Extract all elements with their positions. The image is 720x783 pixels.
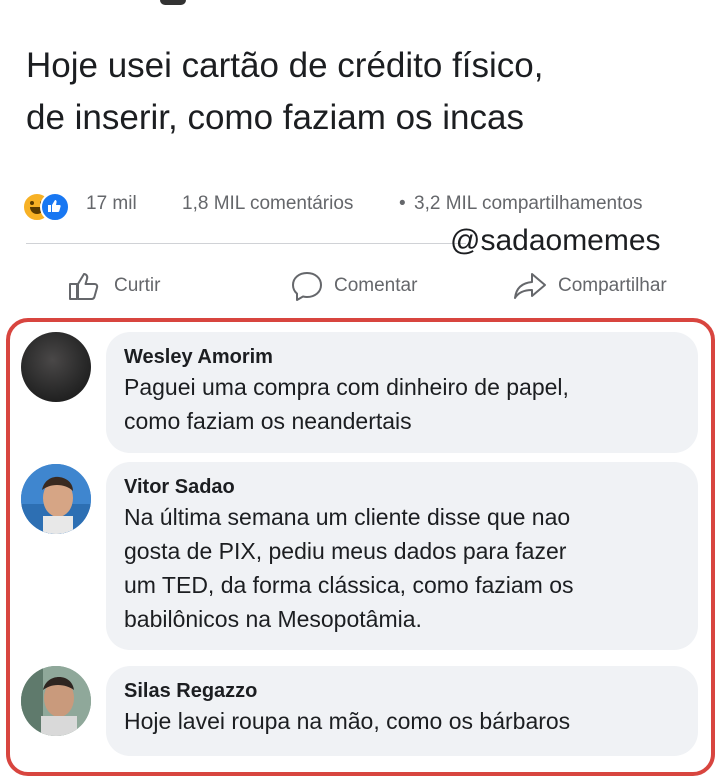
post-actions: Curtir Comentar Compartilhar bbox=[0, 266, 720, 306]
watermark: @sadaomemes bbox=[450, 224, 661, 257]
reaction-count[interactable]: 17 mil bbox=[86, 193, 137, 215]
post-stats: 17 mil 1,8 MIL comentários • 3,2 MIL com… bbox=[22, 190, 712, 222]
comment-line: gosta de PIX, pediu meus dados para faze… bbox=[124, 538, 567, 564]
comment-author[interactable]: Wesley Amorim bbox=[124, 344, 680, 370]
comment-line: Na última semana um cliente disse que na… bbox=[124, 504, 571, 530]
reactions-summary[interactable] bbox=[22, 192, 82, 222]
share-arrow-icon bbox=[514, 273, 546, 299]
top-cropped-strip bbox=[0, 0, 720, 8]
comment-label: Comentar bbox=[334, 275, 418, 296]
thumbs-up-icon bbox=[69, 273, 99, 300]
post-text-line-1: Hoje usei cartão de crédito físico, bbox=[26, 46, 544, 85]
share-label: Compartilhar bbox=[558, 275, 667, 296]
comment-line: Hoje lavei roupa na mão, como os bárbaro… bbox=[124, 708, 571, 734]
like-reaction-icon bbox=[40, 192, 70, 222]
comments-count[interactable]: 1,8 MIL comentários bbox=[182, 193, 353, 215]
stats-separator: • bbox=[399, 193, 406, 214]
comment-line: babilônicos na Mesopotâmia. bbox=[124, 606, 422, 632]
avatar[interactable] bbox=[21, 332, 91, 402]
comment-author[interactable]: Silas Regazzo bbox=[124, 678, 680, 704]
comment-line: um TED, da forma clássica, como faziam o… bbox=[124, 572, 574, 598]
comment-bubble: Silas Regazzo Hoje lavei roupa na mão, c… bbox=[106, 666, 698, 756]
avatar[interactable] bbox=[21, 464, 91, 534]
avatar-portrait bbox=[21, 666, 91, 736]
comment-body: Hoje lavei roupa na mão, como os bárbaro… bbox=[124, 704, 680, 738]
share-button[interactable]: Compartilhar bbox=[512, 266, 667, 306]
comment-body: Paguei uma compra com dinheiro de papel,… bbox=[124, 370, 680, 438]
comment-line: Paguei uma compra com dinheiro de papel, bbox=[124, 374, 569, 400]
cropped-fragment bbox=[160, 0, 186, 5]
comment-bubble: Vitor Sadao Na última semana um cliente … bbox=[106, 462, 698, 650]
comment-body: Na última semana um cliente disse que na… bbox=[124, 500, 680, 636]
post-text: Hoje usei cartão de crédito físico, de i… bbox=[26, 40, 706, 144]
post-text-line-2: de inserir, como faziam os incas bbox=[26, 98, 524, 137]
comment-line: como faziam os neandertais bbox=[124, 408, 412, 434]
shares-count[interactable]: 3,2 MIL compartilhamentos bbox=[414, 193, 642, 215]
like-label: Curtir bbox=[114, 275, 161, 296]
avatar-portrait bbox=[21, 464, 91, 534]
like-button[interactable]: Curtir bbox=[68, 266, 160, 306]
comment-author[interactable]: Vitor Sadao bbox=[124, 474, 680, 500]
comment-bubble: Wesley Amorim Paguei uma compra com dinh… bbox=[106, 332, 698, 453]
divider bbox=[26, 243, 466, 244]
avatar[interactable] bbox=[21, 666, 91, 736]
comment-bubble-icon bbox=[292, 272, 322, 301]
